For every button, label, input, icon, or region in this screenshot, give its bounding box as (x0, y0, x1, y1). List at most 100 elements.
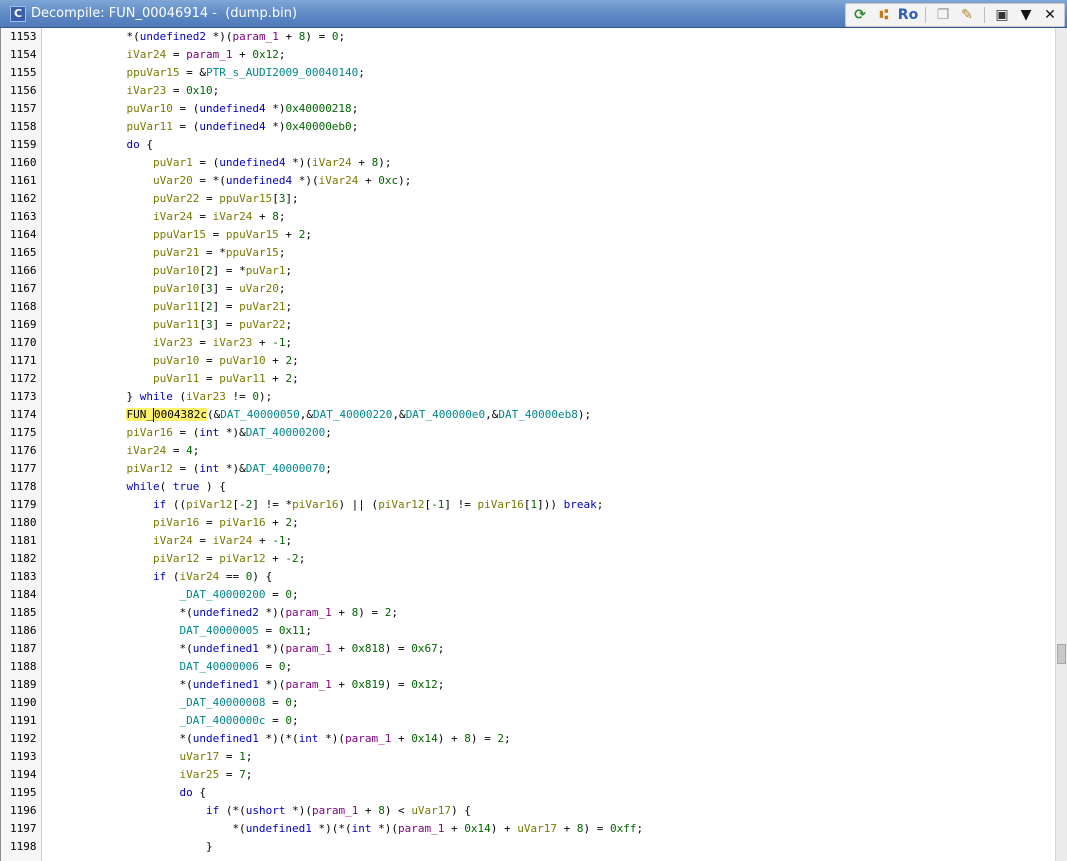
code-token: undefined4 (199, 120, 266, 133)
code-line[interactable]: 1196 if (*(ushort *)(param_1 + 8) < uVar… (1, 804, 1056, 822)
copy-icon[interactable]: ❐ (933, 5, 953, 25)
code-token: ,& (392, 408, 406, 421)
line-number: 1156 (10, 84, 37, 97)
line-number: 1198 (10, 840, 37, 853)
line-number: 1191 (10, 714, 37, 727)
code-line[interactable]: 1175 piVar16 = (int *)&DAT_40000200; (1, 426, 1056, 444)
line-number: 1167 (10, 282, 37, 295)
code-line[interactable]: 1189 *(undefined1 *)(param_1 + 0x819) = … (1, 678, 1056, 696)
code-line[interactable]: 1159 do { (1, 138, 1056, 156)
code-token: ]; (285, 192, 299, 205)
code-token: ( (166, 570, 180, 583)
code-token: = ( (172, 462, 200, 475)
code-line[interactable]: 1154 iVar24 = param_1 + 0x12; (1, 48, 1056, 66)
code-line[interactable]: 1197 *(undefined1 *)(*(int *)(param_1 + … (1, 822, 1056, 840)
code-line[interactable]: 1186 DAT_40000005 = 0x11; (1, 624, 1056, 642)
line-number: 1173 (10, 390, 37, 403)
code-line[interactable]: 1188 DAT_40000006 = 0; (1, 660, 1056, 678)
refresh-icon[interactable]: ⟳ (850, 5, 870, 25)
scrollbar-thumb[interactable] (1057, 644, 1066, 664)
code-line[interactable]: 1161 uVar20 = *(undefined4 *)(iVar24 + 0… (1, 174, 1056, 192)
code-line[interactable]: 1181 iVar24 = iVar24 + -1; (1, 534, 1056, 552)
code-line[interactable]: 1179 if ((piVar12[-2] != *piVar16) || (p… (1, 498, 1056, 516)
code-line[interactable]: 1155 ppuVar15 = &PTR_s_AUDI2009_00040140… (1, 66, 1056, 84)
code-line[interactable]: 1157 puVar10 = (undefined4 *)0x40000218; (1, 102, 1056, 120)
code-line[interactable]: 1171 puVar10 = puVar10 + 2; (1, 354, 1056, 372)
code-token: *)( (285, 156, 312, 169)
code-line[interactable]: 1165 puVar21 = *ppuVar15; (1, 246, 1056, 264)
code-line[interactable]: 1193 uVar17 = 1; (1, 750, 1056, 768)
line-number: 1194 (10, 768, 37, 781)
edit-signature-icon[interactable]: ✎ (957, 5, 977, 25)
code-token: puVar21 (152, 246, 200, 259)
code-line[interactable]: 1167 puVar10[3] = uVar20; (1, 282, 1056, 300)
code-line[interactable]: 1178 while( true ) { (1, 480, 1056, 498)
code-text: do { (47, 138, 153, 151)
code-line[interactable]: 1168 puVar11[2] = puVar21; (1, 300, 1056, 318)
code-line[interactable]: 1173 } while (iVar23 != 0); (1, 390, 1056, 408)
code-line[interactable]: 1194 iVar25 = 7; (1, 768, 1056, 786)
code-line[interactable]: 1185 *(undefined2 *)(param_1 + 8) = 2; (1, 606, 1056, 624)
code-line[interactable]: 1153 *(undefined2 *)(param_1 + 8) = 0; (1, 30, 1056, 48)
close-icon[interactable]: ✕ (1040, 5, 1060, 25)
code-token: true (172, 480, 200, 493)
code-token: [ (199, 318, 206, 331)
function-graph-icon[interactable]: ⑆ (874, 5, 894, 25)
code-token: piVar16 (219, 516, 266, 529)
code-token: puVar22 (152, 192, 200, 205)
code-line[interactable]: 1163 iVar24 = iVar24 + 8; (1, 210, 1056, 228)
code-text: _DAT_40000200 = 0; (47, 588, 298, 601)
line-number: 1179 (10, 498, 37, 511)
code-token: *)& (219, 426, 246, 439)
code-token: ] = (212, 300, 240, 313)
code-line[interactable]: 1195 do { (1, 786, 1056, 804)
code-line[interactable]: 1198 } (1, 840, 1056, 858)
code-line[interactable]: 1191 _DAT_4000000c = 0; (1, 714, 1056, 732)
code-token: ; (285, 660, 293, 673)
code-line[interactable]: 1172 puVar11 = puVar11 + 2; (1, 372, 1056, 390)
code-line[interactable]: 1158 puVar11 = (undefined4 *)0x40000eb0; (1, 120, 1056, 138)
code-line[interactable]: 1180 piVar16 = piVar16 + 2; (1, 516, 1056, 534)
code-token: param_1 (398, 822, 445, 835)
code-text: puVar21 = *ppuVar15; (47, 246, 285, 259)
read-only-toggle[interactable]: Ro (898, 5, 918, 25)
menu-dropdown-icon[interactable]: ▼ (1016, 5, 1036, 25)
code-token: = (205, 228, 226, 241)
code-token: puVar22 (239, 318, 286, 331)
code-token: *)(*( (258, 732, 299, 745)
vertical-scrollbar[interactable] (1055, 28, 1067, 861)
code-line[interactable]: 1170 iVar23 = iVar23 + -1; (1, 336, 1056, 354)
code-line[interactable]: 1156 iVar23 = 0x10; (1, 84, 1056, 102)
code-line[interactable]: 1176 iVar24 = 4; (1, 444, 1056, 462)
code-token: { (192, 786, 206, 799)
code-line[interactable]: 1182 piVar12 = piVar12 + -2; (1, 552, 1056, 570)
code-line[interactable]: 1187 *(undefined1 *)(param_1 + 0x818) = … (1, 642, 1056, 660)
code-line[interactable]: 1160 puVar1 = (undefined4 *)(iVar24 + 8)… (1, 156, 1056, 174)
code-text: DAT_40000006 = 0; (47, 660, 292, 673)
code-text: uVar17 = 1; (47, 750, 252, 763)
code-text: piVar12 = (int *)&DAT_40000070; (47, 462, 331, 475)
code-token: break (563, 498, 597, 511)
code-text: ppuVar15 = ppuVar15 + 2; (47, 228, 312, 241)
code-token: puVar11 (219, 372, 266, 385)
code-line[interactable]: 1174 FUN_0004382c(&DAT_40000050,&DAT_400… (1, 408, 1056, 426)
decompiler-code-view[interactable]: 1153 *(undefined2 *)(param_1 + 8) = 0; 11… (0, 28, 1067, 861)
code-token: *)( (205, 30, 233, 43)
code-token: DAT_40000005 (179, 624, 259, 637)
code-token: iVar23 (152, 336, 193, 349)
code-line[interactable]: 1177 piVar12 = (int *)&DAT_40000070; (1, 462, 1056, 480)
code-token: *)( (285, 804, 312, 817)
code-token: = (166, 48, 187, 61)
code-line[interactable]: 1184 _DAT_40000200 = 0; (1, 588, 1056, 606)
snapshot-icon[interactable]: ▣ (992, 5, 1012, 25)
code-line[interactable]: 1183 if (iVar24 == 0) { (1, 570, 1056, 588)
code-line[interactable]: 1169 puVar11[3] = puVar22; (1, 318, 1056, 336)
code-line[interactable]: 1164 ppuVar15 = ppuVar15 + 2; (1, 228, 1056, 246)
window-titlebar[interactable]: C Decompile: FUN_00046914 - (dump.bin) ⟳… (0, 0, 1067, 28)
code-text: *(undefined2 *)(param_1 + 8) = 0; (47, 30, 345, 43)
code-line[interactable]: 1162 puVar22 = ppuVar15[3]; (1, 192, 1056, 210)
code-line[interactable]: 1192 *(undefined1 *)(*(int *)(param_1 + … (1, 732, 1056, 750)
code-line[interactable]: 1166 puVar10[2] = *puVar1; (1, 264, 1056, 282)
code-line[interactable]: 1190 _DAT_40000008 = 0; (1, 696, 1056, 714)
code-token: DAT_40000eb8 (498, 408, 578, 421)
